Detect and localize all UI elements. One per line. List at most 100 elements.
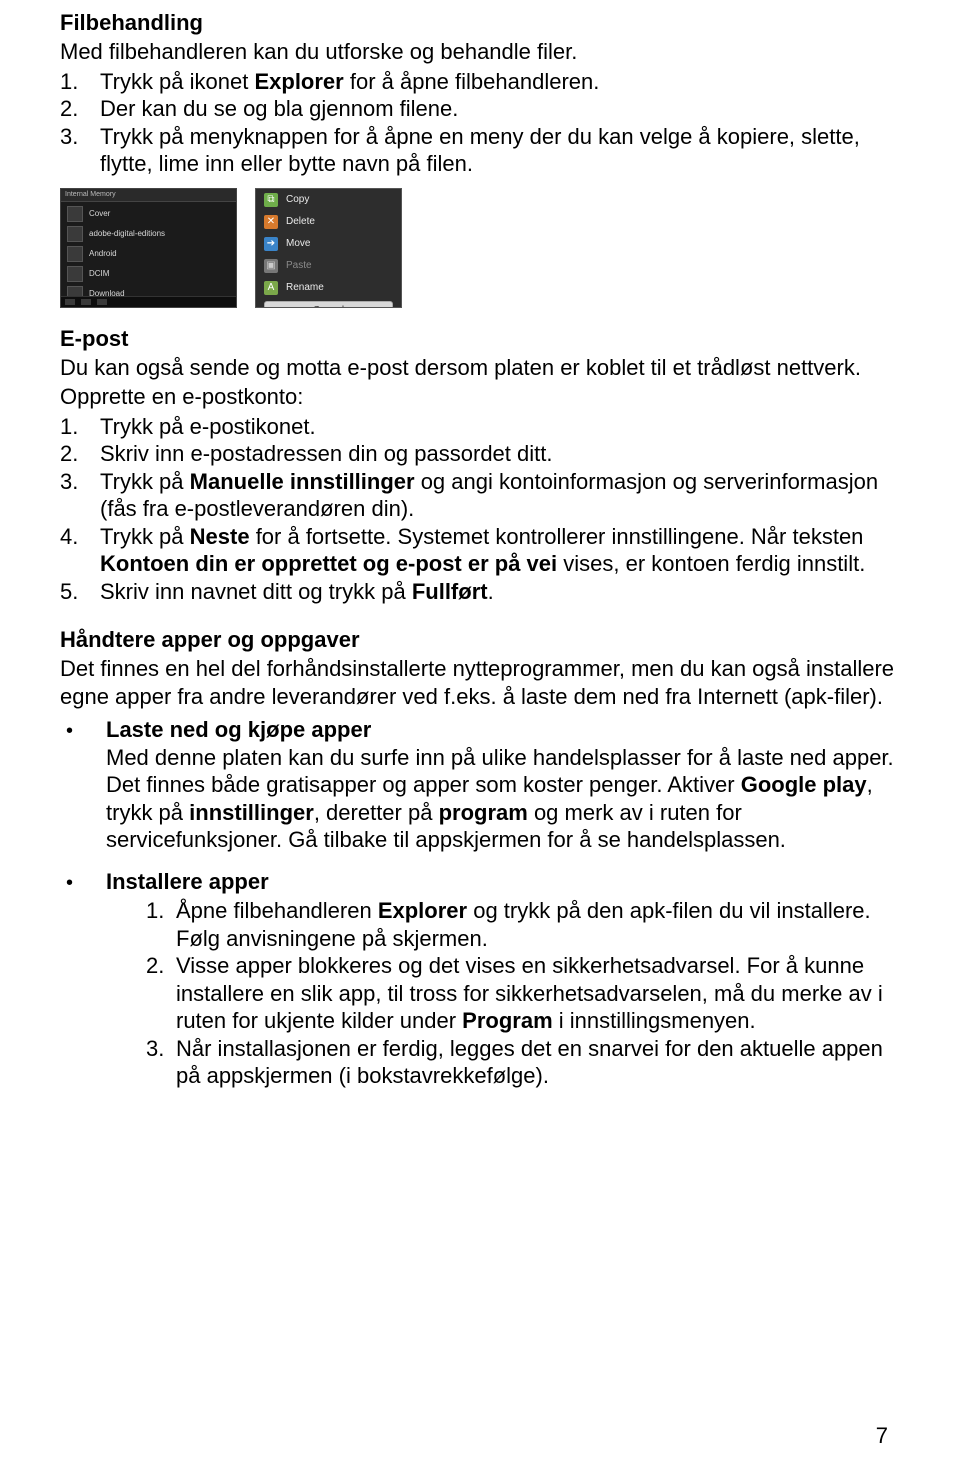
bullet-item: Installere apper 1. Åpne filbehandleren … <box>60 868 904 1090</box>
apps-intro: Det finnes en hel del forhåndsinstallert… <box>60 655 904 710</box>
text-frag: for å åpne filbehandleren. <box>344 69 600 94</box>
file-icon <box>67 226 83 242</box>
list-text: Trykk på menyknappen for å åpne en meny … <box>100 123 904 178</box>
bullet-title: Installere apper <box>106 869 269 894</box>
list-number: 2. <box>146 952 176 1035</box>
list-number: 1. <box>146 897 176 952</box>
heading-epost: E-post <box>60 326 904 352</box>
text-bold: innstillinger <box>189 800 314 825</box>
menu-item-rename: A Rename <box>256 277 401 299</box>
text-frag: Trykk på <box>100 524 190 549</box>
list-item: 2. Skriv inn e-postadressen din og passo… <box>60 440 904 468</box>
text-bold: Explorer <box>378 898 467 923</box>
epost-sub: Opprette en e-postkonto: <box>60 383 904 411</box>
list-item: 1. Åpne filbehandleren Explorer og trykk… <box>106 897 904 952</box>
filbehandling-intro: Med filbehandleren kan du utforske og be… <box>60 38 904 66</box>
list-item: 3. Trykk på menyknappen for å åpne en me… <box>60 123 904 178</box>
heading-apps: Håndtere apper og oppgaver <box>60 627 904 653</box>
file-row: Cover <box>61 204 236 224</box>
list-number: 4. <box>60 523 100 578</box>
list-text: Der kan du se og bla gjennom filene. <box>100 95 904 123</box>
list-text: Visse apper blokkeres og det vises en si… <box>176 952 904 1035</box>
text-frag: Trykk på ikonet <box>100 69 254 94</box>
file-row: DCIM <box>61 264 236 284</box>
epost-list: 1. Trykk på e-postikonet. 2. Skriv inn e… <box>60 413 904 606</box>
list-text: Åpne filbehandleren Explorer og trykk på… <box>176 897 904 952</box>
menu-item-paste: ▣Paste <box>256 255 401 277</box>
menu-label: Move <box>286 238 310 249</box>
rename-icon: A <box>264 281 278 295</box>
list-text: Skriv inn navnet ditt og trykk på Fullfø… <box>100 578 904 606</box>
page-number: 7 <box>876 1423 888 1449</box>
list-item: 3. Trykk på Manuelle innstillinger og an… <box>60 468 904 523</box>
file-icon <box>67 266 83 282</box>
bullet-item: Laste ned og kjøpe apper Med denne plate… <box>60 716 904 854</box>
menu-item-move: ➔ Move <box>256 233 401 255</box>
file-icon <box>67 246 83 262</box>
text-frag: Skriv inn navnet ditt og trykk på <box>100 579 412 604</box>
text-frag: Trykk på <box>100 469 190 494</box>
text-bold: Explorer <box>254 69 343 94</box>
text-bold: Kontoen din er opprettet og e-post er på… <box>100 551 557 576</box>
file-row: adobe-digital-editions <box>61 224 236 244</box>
text-bold: program <box>439 800 528 825</box>
copy-icon: ⧉ <box>264 193 278 207</box>
file-icon <box>67 206 83 222</box>
text-frag: . <box>488 579 494 604</box>
bullet-text: Laste ned og kjøpe apper Med denne plate… <box>106 716 904 854</box>
bullet-text: Installere apper 1. Åpne filbehandleren … <box>106 868 904 1090</box>
text-bold: Google play <box>741 772 867 797</box>
list-number: 3. <box>60 123 100 178</box>
install-steps: 1. Åpne filbehandleren Explorer og trykk… <box>106 897 904 1090</box>
list-text: Trykk på e-postikonet. <box>100 413 904 441</box>
file-label: DCIM <box>89 269 230 278</box>
text-bold: Program <box>462 1008 552 1033</box>
list-number: 1. <box>60 68 100 96</box>
list-number: 1. <box>60 413 100 441</box>
screenshot-rows: Cover adobe-digital-editions Android DCI… <box>61 202 236 308</box>
list-item: 5. Skriv inn navnet ditt og trykk på Ful… <box>60 578 904 606</box>
list-text: Skriv inn e-postadressen din og passorde… <box>100 440 904 468</box>
bullet-icon <box>60 868 106 1090</box>
screenshots-row: Internal Memory Cover adobe-digital-edit… <box>60 188 904 308</box>
menu-item-copy: ⧉Copy <box>256 189 401 211</box>
text-bold: Neste <box>190 524 250 549</box>
file-label: Android <box>89 249 230 258</box>
list-item: 4. Trykk på Neste for å fortsette. Syste… <box>60 523 904 578</box>
screenshot-navbar <box>61 296 236 307</box>
menu-label: Delete <box>286 216 315 227</box>
list-item: 1. Trykk på ikonet Explorer for å åpne f… <box>60 68 904 96</box>
file-label: Cover <box>89 209 230 218</box>
text-bold: Manuelle innstillinger <box>190 469 415 494</box>
text-frag: , deretter på <box>314 800 439 825</box>
list-item: 1. Trykk på e-postikonet. <box>60 413 904 441</box>
list-item: 2. Visse apper blokkeres og det vises en… <box>106 952 904 1035</box>
list-item: 2. Der kan du se og bla gjennom filene. <box>60 95 904 123</box>
text-frag: Åpne filbehandleren <box>176 898 378 923</box>
file-row: Android <box>61 244 236 264</box>
list-text: Trykk på Manuelle innstillinger og angi … <box>100 468 904 523</box>
bullet-title: Laste ned og kjøpe apper <box>106 717 371 742</box>
move-icon: ➔ <box>264 237 278 251</box>
file-label: adobe-digital-editions <box>89 229 230 238</box>
screenshot-file-explorer: Internal Memory Cover adobe-digital-edit… <box>60 188 237 308</box>
delete-icon: ✕ <box>264 215 278 229</box>
bullet-icon <box>60 716 106 854</box>
screenshot-context-menu: ⧉Copy ✕ Delete ➔ Move ▣Paste A Rename Cance… <box>255 188 402 308</box>
epost-intro: Du kan også sende og motta e-post dersom… <box>60 354 904 382</box>
list-number: 5. <box>60 578 100 606</box>
document-page: Filbehandling Med filbehandleren kan du … <box>0 0 960 1475</box>
menu-cancel-button: Cancel <box>264 301 393 308</box>
filbehandling-list: 1. Trykk på ikonet Explorer for å åpne f… <box>60 68 904 178</box>
list-number: 2. <box>60 95 100 123</box>
text-bold: Fullført <box>412 579 488 604</box>
text-frag: for å fortsette. Systemet kontrollerer i… <box>250 524 864 549</box>
list-text: Trykk på ikonet Explorer for å åpne filb… <box>100 68 904 96</box>
text-frag: i innstillingsmenyen. <box>553 1008 756 1033</box>
list-text: Når installasjonen er ferdig, legges det… <box>176 1035 904 1090</box>
menu-label: Rename <box>286 282 324 293</box>
menu-item-delete: ✕ Delete <box>256 211 401 233</box>
list-item: 3. Når installasjonen er ferdig, legges … <box>106 1035 904 1090</box>
menu-label: Paste <box>286 260 312 271</box>
apps-bullets: Laste ned og kjøpe apper Med denne plate… <box>60 716 904 1090</box>
